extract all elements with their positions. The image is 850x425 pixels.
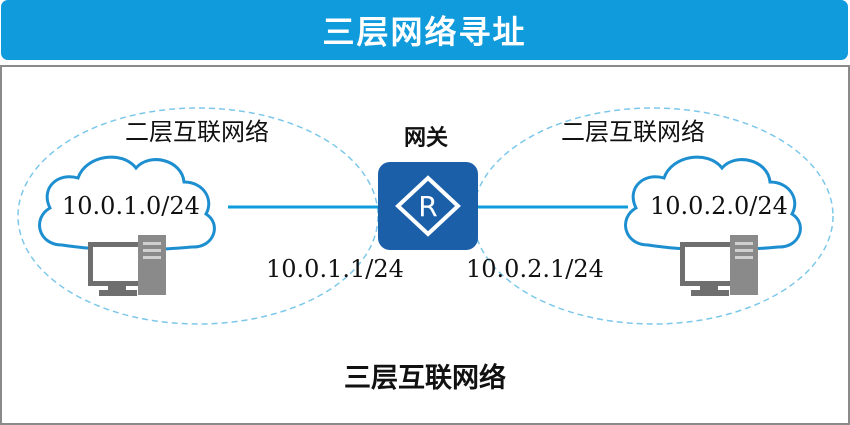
right-subnet: 10.0.2.0/24	[650, 192, 788, 220]
right-zone-label: 二层互联网络	[561, 118, 705, 146]
l3-network-label: 三层互联网络	[344, 363, 506, 394]
gateway-label: 网关	[404, 126, 449, 151]
left-interface-ip: 10.0.1.1/24	[266, 255, 404, 283]
left-zone-label: 二层互联网络	[125, 118, 269, 146]
right-interface-ip: 10.0.2.1/24	[466, 255, 604, 283]
router-icon: R	[378, 162, 478, 250]
left-subnet: 10.0.1.0/24	[62, 192, 200, 220]
router-letter: R	[418, 190, 437, 223]
